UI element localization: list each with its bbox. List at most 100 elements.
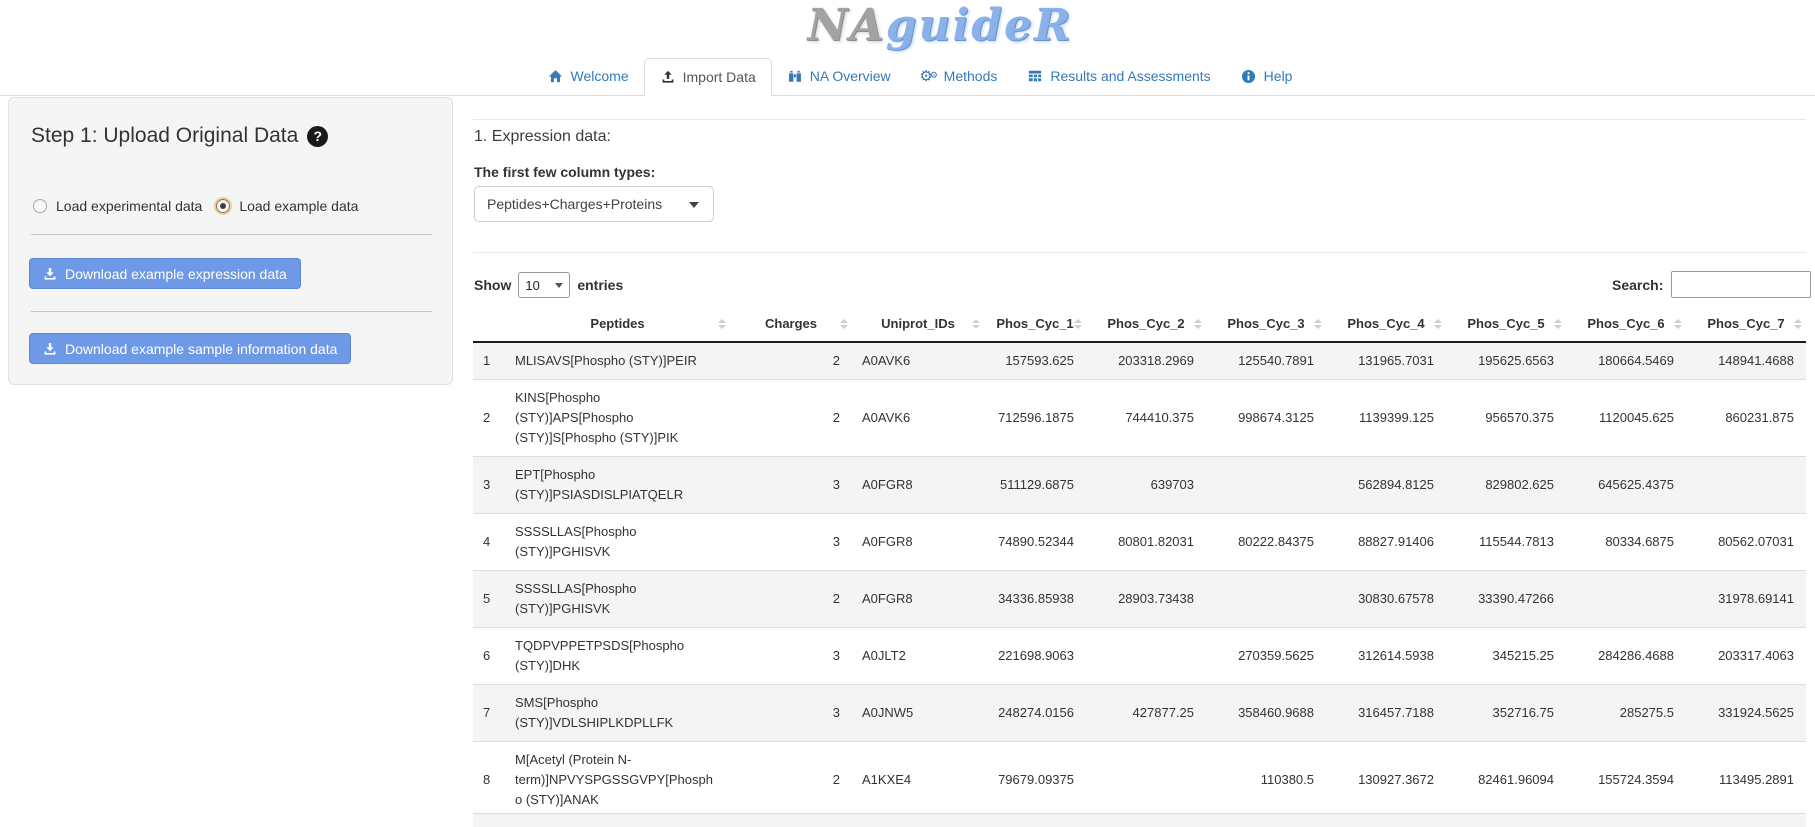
download-example-expression-data-button[interactable]: Download example expression data: [29, 258, 301, 289]
main-divider-top: [473, 119, 1806, 120]
download-icon: [43, 342, 57, 356]
table-cell: 157593.625: [984, 342, 1086, 380]
table-cell: 1120045.625: [1566, 380, 1686, 457]
table-cell: 2: [730, 571, 852, 628]
table-cell: 284286.4688: [1566, 628, 1686, 685]
column-header-peptides[interactable]: Peptides: [505, 306, 730, 342]
table-cell: 3: [730, 514, 852, 571]
expression-data-heading: 1. Expression data:: [474, 128, 611, 146]
radio-circle-checked-icon[interactable]: [216, 199, 230, 213]
table-cell: 511129.6875: [984, 457, 1086, 514]
upload-panel: Step 1: Upload Original Data ? Load expe…: [8, 97, 453, 385]
row-index-cell: 4: [473, 514, 505, 571]
table-cell: [1086, 628, 1206, 685]
table-cell: 130927.3672: [1326, 742, 1446, 819]
sort-arrows-icon: [1674, 319, 1682, 329]
column-header-label: Uniprot_IDs: [881, 316, 955, 331]
row-index-cell: 2: [473, 380, 505, 457]
column-header-phos_cyc_6[interactable]: Phos_Cyc_6: [1566, 306, 1686, 342]
table-cell: 131965.7031: [1326, 342, 1446, 380]
column-header-charges[interactable]: Charges: [730, 306, 852, 342]
table-header: Peptides Charges Uniprot_IDs Phos_Cyc_1 Phos…: [473, 306, 1806, 342]
column-header-label: Phos_Cyc_2: [1107, 316, 1184, 331]
app-logo-part2: guideR: [886, 0, 1073, 51]
column-types-select[interactable]: Peptides+Charges+Proteins: [474, 186, 714, 222]
upload-panel-title: Step 1: Upload Original Data ?: [31, 124, 328, 148]
column-header-phos_cyc_7[interactable]: Phos_Cyc_7: [1686, 306, 1806, 342]
table-cell: A0FGR8: [852, 514, 984, 571]
sort-arrows-icon: [1794, 319, 1802, 329]
show-label: Show: [474, 277, 511, 293]
page-length-select[interactable]: 10: [518, 272, 570, 298]
table-cell: A0JLT2: [852, 628, 984, 685]
column-header-label: Phos_Cyc_7: [1707, 316, 1784, 331]
tab-na-overview[interactable]: NA Overview: [772, 57, 906, 95]
table-cell: 860231.875: [1686, 380, 1806, 457]
table-icon: [1027, 68, 1043, 84]
table-cell: 195625.6563: [1446, 342, 1566, 380]
table-row: 7SMS[Phospho (STY)]VDLSHIPLKDPLLFK3A0JNW…: [473, 685, 1806, 742]
table-cell: [1086, 742, 1206, 819]
radio-circle-icon[interactable]: [33, 199, 47, 213]
column-header-phos_cyc_1[interactable]: Phos_Cyc_1: [984, 306, 1086, 342]
table-cell: 148941.4688: [1686, 342, 1806, 380]
table-cell: 285275.5: [1566, 685, 1686, 742]
entries-label: entries: [577, 277, 623, 293]
column-types-label: The first few column types:: [474, 164, 655, 180]
tab-welcome[interactable]: Welcome: [533, 57, 644, 95]
column-header-label: Phos_Cyc_4: [1347, 316, 1424, 331]
table-cell: SSSSLLAS[Phospho (STY)]PGHISVK: [505, 514, 730, 571]
table-cell: 248274.0156: [984, 685, 1086, 742]
chevron-down-icon: [555, 283, 563, 288]
table-cell: 115544.7813: [1446, 514, 1566, 571]
table-cell: 312614.5938: [1326, 628, 1446, 685]
radio-load-experimental-data[interactable]: Load experimental data: [33, 198, 202, 214]
download-example-sample-information-data-button[interactable]: Download example sample information data: [29, 333, 351, 364]
search-input[interactable]: [1671, 271, 1811, 298]
question-circle-icon[interactable]: ?: [307, 126, 328, 147]
chevron-down-icon: [689, 202, 699, 208]
table-cell: 956570.375: [1446, 380, 1566, 457]
table-cell: 82461.96094: [1446, 742, 1566, 819]
gears-icon: ⚙⚙: [921, 68, 937, 84]
table-cell: [1206, 571, 1326, 628]
column-header-uniprot_ids[interactable]: Uniprot_IDs: [852, 306, 984, 342]
table-cell: 358460.9688: [1206, 685, 1326, 742]
table-row: 8M[Acetyl (Protein N-term)]NPVYSPGSSGVPY…: [473, 742, 1806, 819]
tab-import-data[interactable]: Import Data: [644, 58, 772, 96]
sort-arrows-icon: [1074, 319, 1082, 329]
table-cell: 2: [730, 342, 852, 380]
table-cell: 221698.9063: [984, 628, 1086, 685]
home-icon: [548, 68, 564, 84]
search-label: Search:: [1612, 277, 1663, 293]
app-logo: NAguideR: [0, 0, 1815, 52]
next-row-sliver: [473, 813, 1806, 827]
page-length-value: 10: [525, 278, 539, 293]
radio-label: Load example data: [239, 198, 358, 214]
tab-help[interactable]: Help: [1226, 57, 1308, 95]
sort-arrows-icon: [1554, 319, 1562, 329]
column-header-label: Phos_Cyc_1: [996, 316, 1073, 331]
table-cell: 345215.25: [1446, 628, 1566, 685]
tab-methods[interactable]: ⚙⚙ Methods: [906, 57, 1013, 95]
table-cell: 113495.2891: [1686, 742, 1806, 819]
table-cell: 427877.25: [1086, 685, 1206, 742]
table-cell: M[Acetyl (Protein N-term)]NPVYSPGSSGVPY[…: [505, 742, 730, 819]
radio-load-example-data[interactable]: Load example data: [216, 198, 358, 214]
table-cell: 331924.5625: [1686, 685, 1806, 742]
binoculars-icon: [787, 68, 803, 84]
row-index-cell: 5: [473, 571, 505, 628]
column-header-phos_cyc_2[interactable]: Phos_Cyc_2: [1086, 306, 1206, 342]
table-cell: 79679.09375: [984, 742, 1086, 819]
table-cell: 829802.625: [1446, 457, 1566, 514]
tab-results-and-assessments[interactable]: Results and Assessments: [1012, 57, 1225, 95]
column-header-phos_cyc_4[interactable]: Phos_Cyc_4: [1326, 306, 1446, 342]
table-cell: TQDPVPPETPSDS[Phospho (STY)]DHK: [505, 628, 730, 685]
table-cell: 80334.6875: [1566, 514, 1686, 571]
table-search-control: Search:: [1612, 271, 1811, 298]
column-header-phos_cyc_5[interactable]: Phos_Cyc_5: [1446, 306, 1566, 342]
tab-label: Methods: [944, 68, 998, 84]
column-header-phos_cyc_3[interactable]: Phos_Cyc_3: [1206, 306, 1326, 342]
row-index-cell: 8: [473, 742, 505, 819]
column-header-label: Charges: [765, 316, 817, 331]
